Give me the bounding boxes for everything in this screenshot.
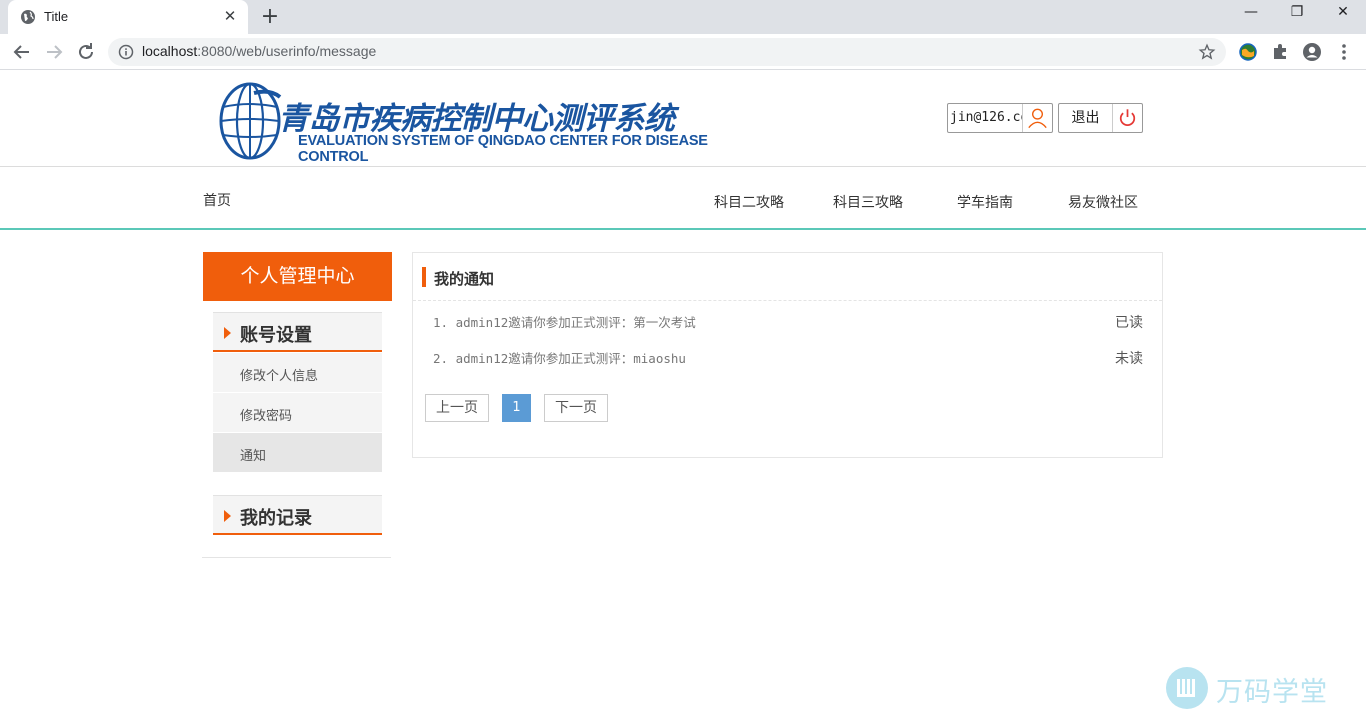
- user-account-box[interactable]: jin@126.com: [947, 103, 1053, 133]
- power-icon[interactable]: [1112, 104, 1142, 132]
- sidebar-group-my-records[interactable]: 我的记录: [213, 495, 382, 535]
- notifications-panel: 我的通知 1. admin12邀请你参加正式测评：第一次考试 已读 2. adm…: [412, 252, 1163, 458]
- title-accent-bar: [422, 267, 426, 287]
- logout-label[interactable]: 退出: [1059, 104, 1112, 132]
- tab-title: Title: [44, 9, 69, 24]
- extensions-puzzle-icon[interactable]: [1270, 42, 1290, 62]
- message-text[interactable]: 2. admin12邀请你参加正式测评：miaoshu: [433, 348, 686, 367]
- forward-icon[interactable]: [42, 40, 66, 64]
- address-bar[interactable]: localhost:8080/web/userinfo/message: [108, 38, 1226, 66]
- next-page-button[interactable]: 下一页: [544, 394, 608, 422]
- url-path: :8080/web/userinfo/message: [197, 43, 377, 59]
- message-status: 已读: [1115, 315, 1143, 331]
- watermark-text: 万码学堂: [1216, 677, 1328, 708]
- prev-page-button[interactable]: 上一页: [425, 394, 489, 422]
- tab-close-icon[interactable]: ✕: [222, 8, 238, 24]
- nav-driving-guide[interactable]: 学车指南: [957, 192, 1013, 212]
- maximize-button[interactable]: ❐: [1274, 4, 1320, 26]
- message-status: 未读: [1115, 351, 1143, 367]
- panel-header: 我的通知: [413, 253, 1162, 301]
- caret-right-icon: [224, 327, 231, 339]
- sidebar-group-account-settings[interactable]: 账号设置: [213, 312, 382, 352]
- browser-tabbar: Title ✕ + — ❐ ✕: [0, 0, 1366, 34]
- list-item[interactable]: 2. admin12邀请你参加正式测评：miaoshu 未读: [433, 348, 1143, 368]
- page-title: 我的通知: [434, 270, 495, 288]
- logo-chinese-title: 青岛市疾病控制中心测评系统: [278, 101, 675, 137]
- globe-icon: [21, 10, 35, 24]
- nav-subject-two-guide[interactable]: 科目二攻略: [714, 192, 784, 212]
- sidebar-item-label: 修改个人信息: [240, 369, 319, 384]
- close-window-button[interactable]: ✕: [1320, 4, 1366, 26]
- profile-icon[interactable]: [1302, 42, 1322, 62]
- page-content: 青岛市疾病控制中心测评系统 EVALUATION SYSTEM OF QINGD…: [0, 71, 1366, 728]
- nav-home[interactable]: 首页: [203, 190, 231, 210]
- user-icon[interactable]: [1022, 104, 1052, 132]
- sidebar-item-edit-profile[interactable]: 修改个人信息: [213, 353, 382, 393]
- site-logo[interactable]: 青岛市疾病控制中心测评系统 EVALUATION SYSTEM OF QINGD…: [218, 79, 758, 165]
- watermark-logo-icon: [1177, 679, 1195, 697]
- sidebar-title: 个人管理中心: [203, 252, 392, 301]
- extension-globe-icon[interactable]: [1238, 42, 1258, 62]
- url-host: localhost: [142, 43, 198, 59]
- user-email[interactable]: jin@126.com: [948, 104, 1022, 132]
- sidebar: 账号设置 修改个人信息 修改密码 通知 我的记录: [202, 301, 391, 558]
- new-tab-button[interactable]: +: [258, 6, 282, 30]
- minimize-button[interactable]: —: [1228, 4, 1274, 26]
- browser-toolbar: localhost:8080/web/userinfo/message: [0, 34, 1366, 70]
- menu-kebab-icon[interactable]: [1334, 42, 1354, 62]
- nav-subject-three-guide[interactable]: 科目三攻略: [833, 192, 903, 212]
- logo-english-title: EVALUATION SYSTEM OF QINGDAO CENTER FOR …: [298, 133, 708, 165]
- browser-tab[interactable]: Title ✕: [8, 0, 248, 34]
- nav-community[interactable]: 易友微社区: [1068, 192, 1138, 212]
- caret-right-icon: [224, 510, 231, 522]
- url-text[interactable]: localhost:8080/web/userinfo/message: [142, 43, 376, 59]
- sidebar-item-notifications[interactable]: 通知: [213, 433, 382, 473]
- main-nav: 首页 科目二攻略 科目三攻略 学车指南 易友微社区: [0, 168, 1366, 230]
- sidebar-group-label: 账号设置: [240, 325, 312, 346]
- list-item[interactable]: 1. admin12邀请你参加正式测评：第一次考试 已读: [433, 312, 1143, 332]
- logout-button[interactable]: 退出: [1058, 103, 1143, 133]
- sidebar-item-label: 修改密码: [240, 409, 293, 424]
- site-header: 青岛市疾病控制中心测评系统 EVALUATION SYSTEM OF QINGD…: [0, 71, 1366, 167]
- message-text[interactable]: 1. admin12邀请你参加正式测评：第一次考试: [433, 312, 696, 331]
- globe-logo-icon: [219, 82, 282, 160]
- sidebar-item-label: 通知: [240, 449, 267, 464]
- bookmark-star-icon[interactable]: [1198, 43, 1216, 61]
- sidebar-group-label: 我的记录: [240, 508, 312, 529]
- page-1-button[interactable]: 1: [502, 394, 531, 422]
- info-icon[interactable]: [118, 44, 134, 60]
- reload-icon[interactable]: [74, 40, 98, 64]
- back-icon[interactable]: [10, 40, 34, 64]
- sidebar-item-change-password[interactable]: 修改密码: [213, 393, 382, 433]
- watermark-logo: [1166, 667, 1208, 709]
